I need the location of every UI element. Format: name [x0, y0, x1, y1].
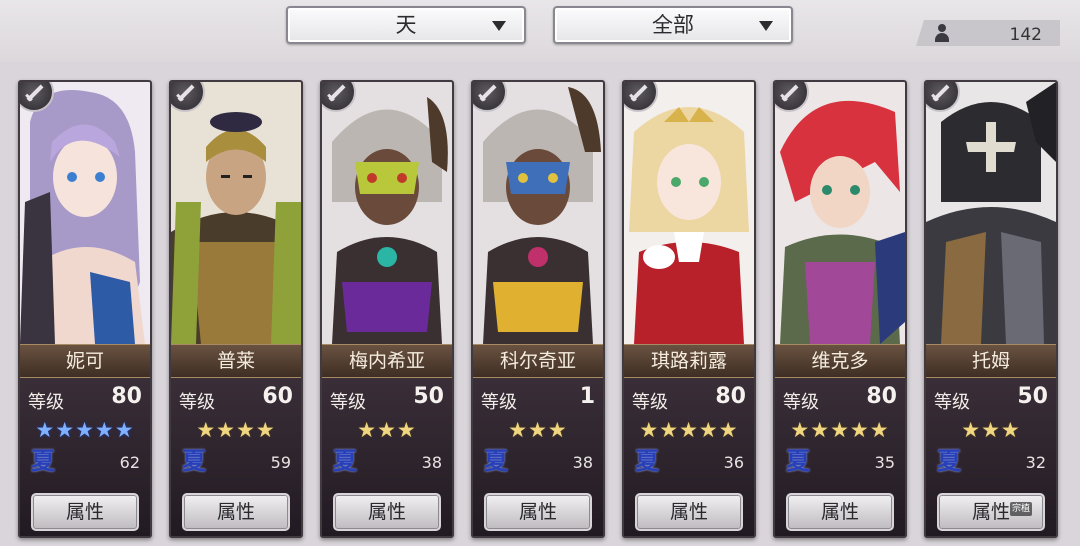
rarity-badge-icon: 夏 — [484, 447, 508, 475]
rarity-stars: ★★★★★ — [790, 418, 890, 442]
rarity-badge-icon: 夏 — [182, 447, 206, 475]
character-card[interactable]: 托姆 等级 50 ★★★ 夏 32 属性 — [924, 80, 1058, 538]
rarity-stars: ★★★★★ — [35, 418, 135, 442]
level-label: 等级 — [330, 392, 366, 413]
level-value: 50 — [1017, 384, 1048, 409]
element-filter-value: 天 — [395, 13, 417, 37]
level-label: 等级 — [481, 392, 517, 413]
character-stats: 等级 80 ★★★★★ 夏 62 属性 — [20, 378, 150, 536]
attribute-button[interactable]: 属性 — [31, 493, 139, 531]
cost-value: 38 — [572, 453, 593, 472]
rarity-stars: ★★★ — [357, 418, 417, 442]
attribute-button[interactable]: 属性 — [484, 493, 592, 531]
attribute-button[interactable]: 属性 — [635, 493, 743, 531]
rarity-badge-icon: 夏 — [635, 447, 659, 475]
level-label: 等级 — [783, 392, 819, 413]
character-portrait — [624, 82, 754, 344]
character-portrait — [926, 82, 1056, 344]
character-stats: 等级 1 ★★★ 夏 38 属性 — [473, 378, 603, 536]
character-portrait — [473, 82, 603, 344]
cost-value: 36 — [723, 453, 744, 472]
character-stats: 等级 50 ★★★ 夏 32 属性 — [926, 378, 1056, 536]
rarity-stars: ★★★ — [961, 418, 1021, 442]
attribute-button[interactable]: 属性 — [786, 493, 894, 531]
rarity-badge-icon: 夏 — [937, 447, 961, 475]
cost-value: 35 — [874, 453, 895, 472]
rarity-stars: ★★★★ — [196, 418, 276, 442]
character-name: 妮可 — [20, 344, 150, 378]
character-portrait — [20, 82, 150, 344]
character-stats: 等级 80 ★★★★★ 夏 36 属性 — [624, 378, 754, 536]
unit-counter: 142 — [916, 20, 1060, 46]
character-name: 科尔奇亚 — [473, 344, 603, 378]
character-card-list: 妮可 等级 80 ★★★★★ 夏 62 属性 普莱 等级 60 ★★★★ 夏 5… — [0, 70, 1080, 546]
category-filter-value: 全部 — [652, 13, 694, 37]
character-card[interactable]: 维克多 等级 80 ★★★★★ 夏 35 属性 — [773, 80, 907, 538]
level-value: 80 — [866, 384, 897, 409]
character-name: 普莱 — [171, 344, 301, 378]
rarity-badge-icon: 夏 — [333, 447, 357, 475]
character-card[interactable]: 琪路莉露 等级 80 ★★★★★ 夏 36 属性 — [622, 80, 756, 538]
character-card[interactable]: 妮可 等级 80 ★★★★★ 夏 62 属性 — [18, 80, 152, 538]
level-value: 1 — [579, 384, 595, 409]
character-name: 琪路莉露 — [624, 344, 754, 378]
level-label: 等级 — [934, 392, 970, 413]
level-label: 等级 — [28, 392, 64, 413]
cost-value: 38 — [421, 453, 442, 472]
rarity-stars: ★★★★★ — [639, 418, 739, 442]
attribute-button[interactable]: 属性 — [333, 493, 441, 531]
level-value: 60 — [262, 384, 293, 409]
character-name: 梅内希亚 — [322, 344, 452, 378]
character-card[interactable]: 科尔奇亚 等级 1 ★★★ 夏 38 属性 — [471, 80, 605, 538]
character-portrait — [775, 82, 905, 344]
cost-value: 32 — [1025, 453, 1046, 472]
person-icon — [934, 24, 950, 42]
character-name: 托姆 — [926, 344, 1056, 378]
character-name: 维克多 — [775, 344, 905, 378]
character-stats: 等级 50 ★★★ 夏 38 属性 — [322, 378, 452, 536]
level-value: 80 — [715, 384, 746, 409]
element-filter-dropdown[interactable]: 天 — [286, 6, 526, 44]
category-filter-dropdown[interactable]: 全部 — [553, 6, 793, 44]
unit-count: 142 — [1009, 25, 1042, 45]
chevron-down-icon — [759, 21, 773, 31]
top-bar: 天 全部 142 — [0, 0, 1080, 62]
level-label: 等级 — [632, 392, 668, 413]
character-stats: 等级 60 ★★★★ 夏 59 属性 — [171, 378, 301, 536]
rarity-badge-icon: 夏 — [786, 447, 810, 475]
rarity-stars: ★★★ — [508, 418, 568, 442]
level-value: 80 — [111, 384, 142, 409]
rarity-badge-icon: 夏 — [31, 447, 55, 475]
watermark-tag: 宗植 — [1010, 502, 1032, 516]
character-card[interactable]: 梅内希亚 等级 50 ★★★ 夏 38 属性 — [320, 80, 454, 538]
attribute-button[interactable]: 属性 — [182, 493, 290, 531]
cost-value: 59 — [270, 453, 291, 472]
level-value: 50 — [413, 384, 444, 409]
chevron-down-icon — [492, 21, 506, 31]
cost-value: 62 — [119, 453, 140, 472]
level-label: 等级 — [179, 392, 215, 413]
character-portrait — [171, 82, 301, 344]
character-card[interactable]: 普莱 等级 60 ★★★★ 夏 59 属性 — [169, 80, 303, 538]
character-portrait — [322, 82, 452, 344]
character-stats: 等级 80 ★★★★★ 夏 35 属性 — [775, 378, 905, 536]
